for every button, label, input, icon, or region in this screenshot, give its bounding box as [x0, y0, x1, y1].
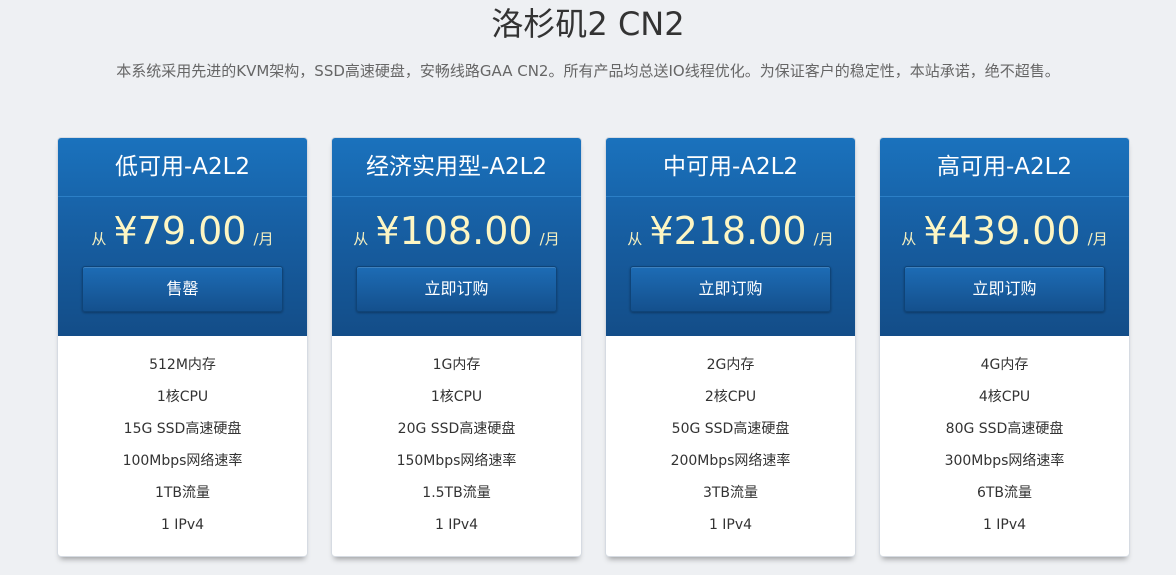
plan-card-medium: 中可用-A2L2 从 ¥218.00 /月 立即订购 2G内存 2核CPU 50…: [605, 137, 856, 557]
feature-cpu: 1核CPU: [430, 389, 483, 405]
feature-ipv4: 1 IPv4: [708, 517, 753, 533]
plan-price: 从 ¥439.00 /月: [880, 209, 1129, 253]
plan-card-economy: 经济实用型-A2L2 从 ¥108.00 /月 立即订购 1G内存 1核CPU …: [331, 137, 582, 557]
plan-name: 中可用-A2L2: [606, 138, 855, 197]
order-button[interactable]: 立即订购: [356, 266, 557, 312]
feature-bandwidth: 300Mbps网络速率: [944, 453, 1065, 469]
feature-disk: 80G SSD高速硬盘: [945, 421, 1064, 437]
plan-header: 高可用-A2L2 从 ¥439.00 /月 立即订购: [880, 138, 1129, 336]
plan-price: 从 ¥218.00 /月: [606, 209, 855, 253]
price-unit: /月: [253, 230, 274, 248]
feature-cpu: 1核CPU: [156, 389, 209, 405]
plan-header: 中可用-A2L2 从 ¥218.00 /月 立即订购: [606, 138, 855, 336]
feature-traffic: 1TB流量: [154, 485, 211, 501]
feature-memory: 1G内存: [432, 357, 481, 373]
order-button[interactable]: 立即订购: [904, 266, 1105, 312]
feature-list: 4G内存 4核CPU 80G SSD高速硬盘 300Mbps网络速率 6TB流量…: [880, 336, 1129, 545]
plan-header: 低可用-A2L2 从 ¥79.00 /月 售罄: [58, 138, 307, 336]
price-prefix: 从: [627, 230, 643, 248]
price-unit: /月: [1087, 230, 1108, 248]
feature-cpu: 4核CPU: [978, 389, 1031, 405]
feature-list: 1G内存 1核CPU 20G SSD高速硬盘 150Mbps网络速率 1.5TB…: [332, 336, 581, 545]
feature-list: 2G内存 2核CPU 50G SSD高速硬盘 200Mbps网络速率 3TB流量…: [606, 336, 855, 545]
price-prefix: 从: [91, 230, 107, 248]
price-prefix: 从: [353, 230, 369, 248]
feature-memory: 4G内存: [980, 357, 1029, 373]
plan-name: 经济实用型-A2L2: [332, 138, 581, 197]
price-unit: /月: [813, 230, 834, 248]
feature-bandwidth: 200Mbps网络速率: [670, 453, 791, 469]
plan-name: 低可用-A2L2: [58, 138, 307, 197]
feature-bandwidth: 150Mbps网络速率: [396, 453, 517, 469]
feature-list: 512M内存 1核CPU 15G SSD高速硬盘 100Mbps网络速率 1TB…: [58, 336, 307, 545]
price-amount: ¥108.00: [375, 209, 533, 253]
price-prefix: 从: [901, 230, 917, 248]
feature-ipv4: 1 IPv4: [982, 517, 1027, 533]
price-amount: ¥218.00: [649, 209, 807, 253]
feature-memory: 2G内存: [706, 357, 755, 373]
page-title: 洛杉矶2 CN2: [491, 5, 685, 43]
plan-card-low: 低可用-A2L2 从 ¥79.00 /月 售罄 512M内存 1核CPU 15G…: [57, 137, 308, 557]
plan-name: 高可用-A2L2: [880, 138, 1129, 197]
feature-traffic: 1.5TB流量: [422, 485, 491, 501]
order-button[interactable]: 立即订购: [630, 266, 831, 312]
page-subtitle: 本系统采用先进的KVM架构，SSD高速硬盘，安畅线路GAA CN2。所有产品均总…: [116, 62, 1060, 80]
feature-ipv4: 1 IPv4: [160, 517, 205, 533]
feature-disk: 20G SSD高速硬盘: [397, 421, 516, 437]
plan-card-high: 高可用-A2L2 从 ¥439.00 /月 立即订购 4G内存 4核CPU 80…: [879, 137, 1130, 557]
price-unit: /月: [539, 230, 560, 248]
price-amount: ¥439.00: [923, 209, 1081, 253]
price-amount: ¥79.00: [113, 209, 247, 253]
feature-memory: 512M内存: [149, 357, 216, 373]
plan-list: 低可用-A2L2 从 ¥79.00 /月 售罄 512M内存 1核CPU 15G…: [57, 137, 1130, 557]
feature-cpu: 2核CPU: [704, 389, 757, 405]
plan-price: 从 ¥79.00 /月: [58, 209, 307, 253]
plan-price: 从 ¥108.00 /月: [332, 209, 581, 253]
feature-traffic: 6TB流量: [976, 485, 1033, 501]
feature-disk: 15G SSD高速硬盘: [123, 421, 242, 437]
sold-out-button[interactable]: 售罄: [82, 266, 283, 312]
feature-bandwidth: 100Mbps网络速率: [122, 453, 243, 469]
plan-header: 经济实用型-A2L2 从 ¥108.00 /月 立即订购: [332, 138, 581, 336]
feature-disk: 50G SSD高速硬盘: [671, 421, 790, 437]
feature-ipv4: 1 IPv4: [434, 517, 479, 533]
feature-traffic: 3TB流量: [702, 485, 759, 501]
